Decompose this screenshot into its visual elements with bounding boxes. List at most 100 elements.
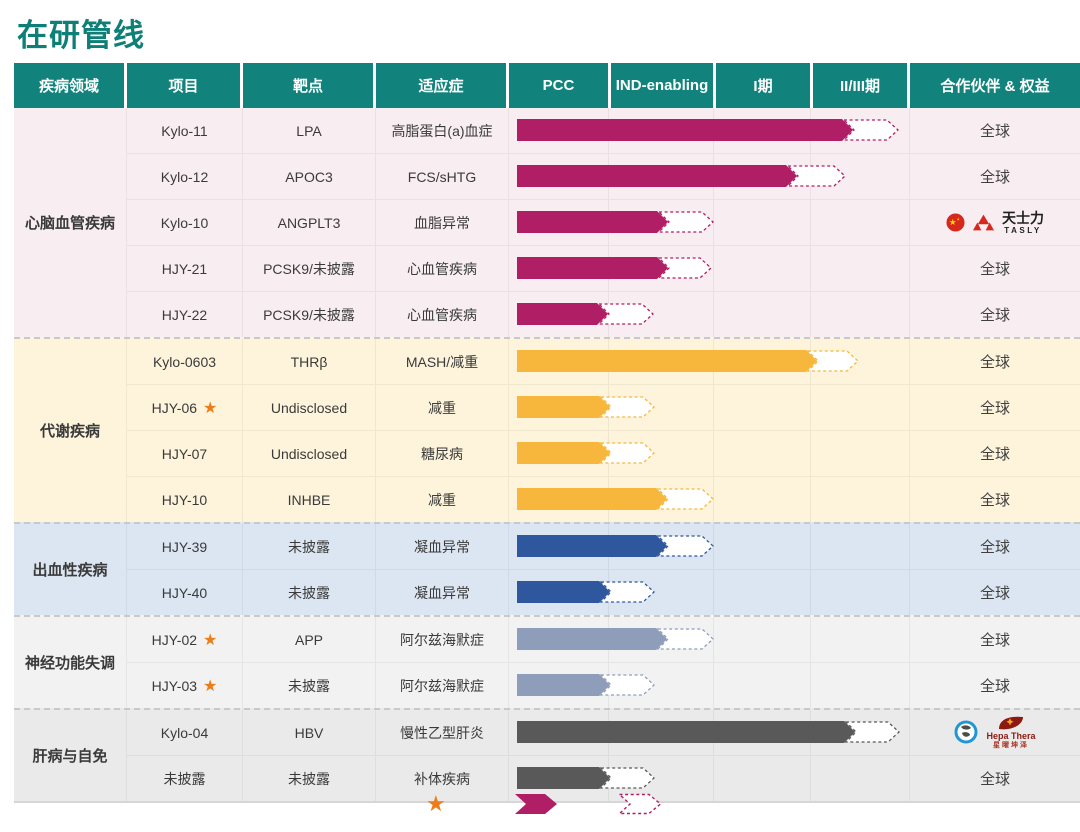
disease-area-label: 神经功能失调 xyxy=(14,617,127,708)
header-col-project: 项目 xyxy=(127,63,240,108)
pipeline-row: HJY-10 INHBE 减重 全球 xyxy=(127,476,1080,522)
header-col-disease-area: 疾病领域 xyxy=(14,63,124,108)
pipeline-row: HJY-02★ APP 阿尔兹海默症 全球 xyxy=(127,617,1080,662)
disease-group: 代谢疾病 Kylo-0603 THRβ MASH/减重 全球 HJY-06★ U… xyxy=(14,337,1080,522)
progress-bar xyxy=(517,767,658,789)
partner-cell: ★ ★ 天士力TASLY xyxy=(910,200,1080,245)
target-cell: 未披露 xyxy=(243,570,376,615)
phase-track xyxy=(509,663,910,708)
target-cell: Undisclosed xyxy=(243,385,376,430)
partner-rights-label: 全球 xyxy=(980,536,1010,557)
progress-bar xyxy=(517,674,658,696)
progress-bar xyxy=(517,257,715,279)
progress-bar xyxy=(517,442,658,464)
phase-track xyxy=(509,570,910,615)
solid-arrow-icon xyxy=(514,788,560,820)
target-cell: ANGPLT3 xyxy=(243,200,376,245)
pipeline-row: HJY-06★ Undisclosed 减重 全球 xyxy=(127,384,1080,430)
leaf-icon xyxy=(998,715,1024,731)
pipeline-row: HJY-03★ 未披露 阿尔兹海默症 全球 xyxy=(127,662,1080,708)
legend: ★ xyxy=(0,788,1080,824)
project-cell: HJY-03★ xyxy=(127,663,243,708)
pipeline-row: HJY-22 PCSK9/未披露 心血管疾病 全球 xyxy=(127,291,1080,337)
partner-cell: 全球 xyxy=(910,477,1080,522)
progress-bar xyxy=(517,303,657,325)
indication-cell: 减重 xyxy=(376,385,509,430)
partner-rights-label: 全球 xyxy=(980,304,1010,325)
dashed-arrow-icon xyxy=(618,788,664,820)
tasly-logo: ★ ★ 天士力TASLY xyxy=(946,210,1044,235)
disease-group: 神经功能失调 HJY-02★ APP 阿尔兹海默症 全球 HJY-03★ 未披露… xyxy=(14,615,1080,708)
pipeline-row: Kylo-04 HBV 慢性乙型肝炎 Hepa Thera星曜坤泽 xyxy=(127,710,1080,755)
project-cell: HJY-02★ xyxy=(127,617,243,662)
partner-cell: 全球 xyxy=(910,663,1080,708)
pipeline-row: Kylo-11 LPA 高脂蛋白(a)血症 全球 xyxy=(127,108,1080,153)
indication-cell: 高脂蛋白(a)血症 xyxy=(376,108,509,153)
pipeline-row: HJY-40 未披露 凝血异常 全球 xyxy=(127,569,1080,615)
star-icon: ★ xyxy=(203,676,217,696)
indication-cell: FCS/sHTG xyxy=(376,154,509,199)
target-cell: APOC3 xyxy=(243,154,376,199)
indication-cell: 减重 xyxy=(376,477,509,522)
indication-cell: MASH/减重 xyxy=(376,339,509,384)
project-cell: HJY-07 xyxy=(127,431,243,476)
page-title: 在研管线 xyxy=(17,10,145,55)
indication-cell: 慢性乙型肝炎 xyxy=(376,710,509,755)
disease-area-label: 出血性疾病 xyxy=(14,524,127,615)
progress-bar xyxy=(517,396,658,418)
partner-cell: Hepa Thera星曜坤泽 xyxy=(910,710,1080,755)
indication-cell: 阿尔兹海默症 xyxy=(376,663,509,708)
progress-bar xyxy=(517,119,902,141)
partner-cell: 全球 xyxy=(910,617,1080,662)
pipeline-row: Kylo-0603 THRβ MASH/减重 全球 xyxy=(127,339,1080,384)
project-cell: Kylo-10 xyxy=(127,200,243,245)
disease-area-label: 心脑血管疾病 xyxy=(14,108,127,337)
progress-bar xyxy=(517,350,862,372)
tasly-name: 天士力TASLY xyxy=(1002,210,1044,235)
project-cell: Kylo-11 xyxy=(127,108,243,153)
partner-cell: 全球 xyxy=(910,431,1080,476)
indication-cell: 凝血异常 xyxy=(376,524,509,569)
pipeline-row: Kylo-12 APOC3 FCS/sHTG 全球 xyxy=(127,153,1080,199)
pipeline-row: HJY-21 PCSK9/未披露 心血管疾病 全球 xyxy=(127,245,1080,291)
pipeline-slide: 在研管线 疾病领域 项目 靶点 适应症 PCC IND-enabling I期 … xyxy=(0,0,1080,832)
svg-text:★: ★ xyxy=(956,218,960,222)
partner-cell: 全球 xyxy=(910,154,1080,199)
project-cell: Kylo-12 xyxy=(127,154,243,199)
star-icon: ★ xyxy=(203,630,217,650)
indication-cell: 血脂异常 xyxy=(376,200,509,245)
phase-track xyxy=(509,292,910,337)
disease-group: 出血性疾病 HJY-39 未披露 凝血异常 全球 HJY-40 未披露 凝血异常… xyxy=(14,522,1080,615)
partner-cell: 全球 xyxy=(910,108,1080,153)
indication-cell: 糖尿病 xyxy=(376,431,509,476)
progress-bar xyxy=(517,211,717,233)
phase-track xyxy=(509,108,910,153)
disease-area-label: 代谢疾病 xyxy=(14,339,127,522)
partner-rights-label: 全球 xyxy=(980,582,1010,603)
phase-track xyxy=(509,385,910,430)
target-cell: 未披露 xyxy=(243,524,376,569)
header-col-pcc: PCC xyxy=(509,63,608,108)
globe-icon xyxy=(954,720,978,744)
header-col-target: 靶点 xyxy=(243,63,373,108)
partner-rights-label: 全球 xyxy=(980,443,1010,464)
table-body: 心脑血管疾病 Kylo-11 LPA 高脂蛋白(a)血症 全球 Kylo-12 … xyxy=(14,108,1080,803)
project-cell: HJY-10 xyxy=(127,477,243,522)
indication-cell: 凝血异常 xyxy=(376,570,509,615)
header-col-ind-enabling: IND-enabling xyxy=(611,63,713,108)
partner-rights-label: 全球 xyxy=(980,120,1010,141)
partner-cell: 全球 xyxy=(910,339,1080,384)
star-icon: ★ xyxy=(203,398,217,418)
partner-cell: 全球 xyxy=(910,570,1080,615)
target-cell: 未披露 xyxy=(243,663,376,708)
progress-bar xyxy=(517,535,717,557)
header-col-indication: 适应症 xyxy=(376,63,506,108)
pipeline-row: Kylo-10 ANGPLT3 血脂异常 ★ ★ 天士力TASLY xyxy=(127,199,1080,245)
progress-bar xyxy=(517,628,717,650)
phase-track xyxy=(509,477,910,522)
disease-group: 心脑血管疾病 Kylo-11 LPA 高脂蛋白(a)血症 全球 Kylo-12 … xyxy=(14,108,1080,337)
partner-cell: 全球 xyxy=(910,292,1080,337)
indication-cell: 阿尔兹海默症 xyxy=(376,617,509,662)
pipeline-table: 疾病领域 项目 靶点 适应症 PCC IND-enabling I期 II/II… xyxy=(14,63,1080,803)
partner-rights-label: 全球 xyxy=(980,351,1010,372)
